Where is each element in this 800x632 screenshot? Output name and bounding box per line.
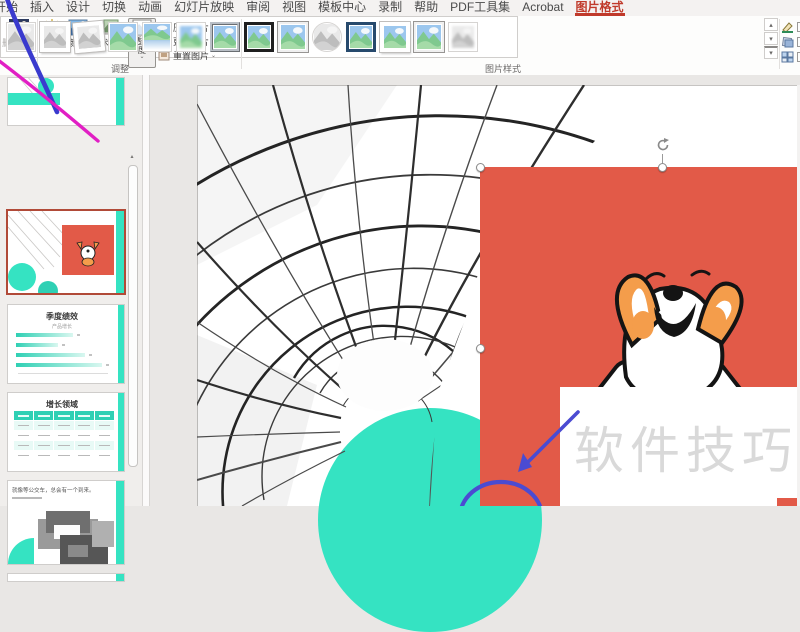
reset-picture-icon bbox=[158, 51, 170, 60]
thumbnail-side-bar bbox=[116, 211, 124, 293]
picture-style-thumb[interactable] bbox=[210, 22, 240, 52]
ribbon: 删除背景 校正 ⌄ 颜色 ⌄ 艺术效果 ⌄ 透明度 ⌄ 压缩图片 bbox=[0, 16, 800, 76]
picture-style-thumb[interactable] bbox=[39, 21, 71, 53]
slide-thumbnail-6[interactable] bbox=[8, 574, 124, 581]
picture-style-thumb[interactable] bbox=[277, 21, 309, 53]
thumbnail-side-bar bbox=[116, 574, 124, 581]
slide-thumbnail-4-table[interactable]: 增长领域 bbox=[8, 393, 124, 471]
slide-thumbnail-5-building[interactable]: 就像等公交车，总会有一个到来。 bbox=[8, 481, 124, 564]
table-thumb-title: 增长领域 bbox=[46, 400, 78, 409]
quote-thumb-caption: 就像等公交车，总会有一个到来。 bbox=[12, 488, 95, 494]
adjust-group-label: 调整 bbox=[110, 64, 129, 74]
ribbon-tab[interactable]: 审阅 bbox=[240, 0, 276, 16]
picture-styles-group-label: 图片样式 bbox=[484, 64, 521, 74]
rotation-handle[interactable] bbox=[654, 136, 672, 154]
ribbon-tab[interactable]: 插入 bbox=[24, 0, 60, 16]
watermark-box[interactable]: 软件技巧 bbox=[560, 387, 800, 506]
ribbon-tab[interactable]: 设计 bbox=[60, 0, 96, 16]
ribbon-tab[interactable]: 幻灯片放映 bbox=[168, 0, 240, 16]
panel-scroll-up-icon[interactable]: ▴ bbox=[127, 152, 137, 163]
red-corner-fragment bbox=[777, 498, 797, 506]
selection-handle-top-center[interactable] bbox=[658, 163, 667, 172]
panel-scrollbar[interactable] bbox=[128, 165, 138, 467]
picture-effects-button[interactable] bbox=[781, 35, 800, 48]
picture-style-thumb[interactable] bbox=[312, 22, 342, 52]
chart-thumb-title: 季度绩效 bbox=[46, 312, 78, 321]
gallery-scroll-up-button[interactable]: ▴ bbox=[764, 18, 778, 31]
selection-handle-middle-left[interactable] bbox=[476, 344, 485, 353]
thumbnail-side-bar bbox=[116, 78, 124, 125]
gallery-more-button[interactable]: ▾ bbox=[764, 46, 778, 59]
ribbon-tab[interactable]: 模板中心 bbox=[312, 0, 372, 16]
picture-style-thumb[interactable] bbox=[108, 22, 138, 52]
picture-style-thumb[interactable] bbox=[448, 22, 478, 52]
picture-border-button[interactable] bbox=[781, 20, 800, 33]
ribbon-tab[interactable]: 动画 bbox=[132, 0, 168, 16]
picture-style-thumb[interactable] bbox=[142, 22, 172, 52]
chevron-down-icon: ⌄ bbox=[211, 53, 217, 59]
thumbnail-side-bar bbox=[116, 481, 124, 564]
selection-handle-top-left[interactable] bbox=[476, 163, 485, 172]
ribbon-tab[interactable]: 视图 bbox=[276, 0, 312, 16]
ribbon-tab[interactable]: 帮助 bbox=[408, 0, 444, 16]
panel-splitter[interactable] bbox=[142, 75, 150, 506]
slide-thumbnail-1[interactable] bbox=[8, 78, 124, 125]
watermark-text: 软件技巧 bbox=[574, 422, 798, 479]
ribbon-tab[interactable]: 录制 bbox=[372, 0, 408, 16]
chevron-down-icon: ⌄ bbox=[139, 54, 145, 60]
slide-thumbnail-3-chart[interactable]: 季度绩效 产品增长 bbox=[8, 305, 124, 383]
rotation-handle-line bbox=[662, 154, 663, 163]
picture-style-thumb[interactable] bbox=[244, 22, 274, 52]
picture-layout-icon bbox=[781, 51, 794, 62]
ribbon-tab[interactable]: 切换 bbox=[96, 0, 132, 16]
picture-style-thumb[interactable] bbox=[6, 22, 36, 52]
picture-effects-icon bbox=[781, 36, 794, 47]
thumbnail-1-art bbox=[8, 78, 60, 105]
building-thumb-art bbox=[8, 511, 114, 564]
picture-layout-button[interactable] bbox=[781, 50, 800, 63]
thumbnail-side-bar bbox=[118, 393, 124, 471]
gallery-scroll-down-button[interactable]: ▾ bbox=[764, 32, 778, 45]
picture-style-thumb[interactable] bbox=[413, 21, 445, 53]
ribbon-tab-bar: 开始 插入 设计 切换 动画 幻灯片放映 审阅 视图 模板中心 录制 帮助 PDF工具集 Acrobat… bbox=[0, 0, 800, 16]
picture-styles-gallery bbox=[0, 16, 518, 58]
picture-style-thumb[interactable] bbox=[346, 22, 376, 52]
ribbon-tab[interactable]: 图片格式 bbox=[570, 0, 630, 16]
thumbnail-side-bar bbox=[118, 305, 124, 383]
ribbon-tab[interactable]: 开始 bbox=[0, 0, 24, 16]
picture-style-thumb[interactable] bbox=[71, 19, 107, 55]
thumbnail-2-art bbox=[8, 211, 114, 293]
slide-thumbnail-2-selected[interactable] bbox=[8, 211, 124, 293]
ribbon-tab[interactable]: Acrobat bbox=[516, 0, 569, 16]
ribbon-tab[interactable]: PDF工具集 bbox=[444, 0, 516, 16]
picture-style-thumb[interactable] bbox=[379, 21, 411, 53]
picture-border-icon bbox=[782, 21, 793, 33]
slide-thumbnail-panel: 季度绩效 产品增长 增长领域 就像等公交车，总会有一个到来。 ▴ bbox=[0, 75, 142, 581]
chart-thumb-subtitle: 产品增长 bbox=[51, 324, 72, 330]
picture-style-thumb[interactable] bbox=[176, 22, 206, 52]
